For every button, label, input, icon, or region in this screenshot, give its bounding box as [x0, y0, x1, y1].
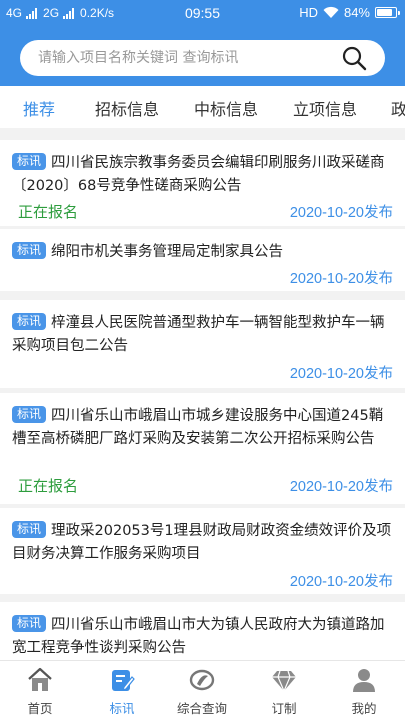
item-status: 正在报名 [18, 477, 79, 495]
hd-indicator: HD [299, 5, 318, 20]
home-icon [28, 667, 52, 691]
badge-label: 标讯 [12, 242, 47, 259]
list-item[interactable]: 标讯 四川省乐山市峨眉山市城乡建设服务中心国道245鞘槽至高桥磷肥厂路灯采购及安装… [0, 393, 405, 504]
document-edit-icon [112, 670, 135, 691]
wifi-icon [323, 6, 339, 19]
item-title: 四川省民族宗教事务委员会编辑印刷服务川政采磋商〔2020〕68号竞争性磋商采购公… [12, 155, 385, 194]
item-title: 四川省乐山市峨眉山市大为镇人民政府大为镇道路加宽工程竞争性谈判采购公告 [12, 617, 385, 656]
nav-bid-news[interactable]: 标讯 [87, 667, 157, 717]
battery-fill [377, 9, 393, 16]
header: 4G 2G 0.2K/s 09:55 HD 84% [0, 0, 405, 86]
nav-label: 标讯 [109, 701, 135, 716]
diamond-icon [272, 670, 296, 693]
nav-home[interactable]: 首页 [5, 667, 75, 717]
badge-label: 标讯 [12, 313, 47, 330]
announcement-list: 标讯 四川省民族宗教事务委员会编辑印刷服务川政采磋商〔2020〕68号竞争性磋商采… [0, 132, 405, 660]
list-item[interactable]: 标讯 四川省乐山市峨眉山市大为镇人民政府大为镇道路加宽工程竞争性谈判采购公告 [0, 602, 405, 660]
item-date: 2020-10-20发布 [289, 205, 393, 221]
nav-query[interactable]: 综合查询 [167, 667, 237, 717]
list-item[interactable]: 标讯 四川省民族宗教事务委员会编辑印刷服务川政采磋商〔2020〕68号竞争性磋商采… [0, 140, 405, 226]
search-input[interactable] [38, 40, 328, 76]
list-item[interactable]: 标讯 理政采202053号1理县财政局财政资金绩效评价及项目财务决算工作服务采购项… [0, 508, 405, 594]
nav-subscribe[interactable]: 订制 [249, 667, 319, 717]
nav-label: 订制 [271, 701, 297, 716]
tab-recommend[interactable]: 推荐 [23, 96, 55, 120]
list-item[interactable]: 标讯 绵阳市机关事务管理局定制家具公告 2020-10-20发布 [0, 229, 405, 291]
battery-icon [375, 7, 400, 18]
item-date: 2020-10-20发布 [289, 366, 393, 382]
item-title: 梓潼县人民医院普通型救护车一辆智能型救护车一辆采购项目包二公告 [12, 315, 385, 354]
list-item[interactable]: 标讯 梓潼县人民医院普通型救护车一辆智能型救护车一辆采购项目包二公告 2020-1… [0, 300, 405, 388]
nav-label: 首页 [27, 701, 53, 716]
tab-award-info[interactable]: 中标信息 [194, 96, 258, 120]
badge-label: 标讯 [12, 521, 47, 538]
bottom-nav: 首页 标讯 综合查询 订制 我的 [0, 660, 405, 720]
item-status: 正在报名 [18, 203, 79, 221]
query-logo-icon [189, 669, 215, 691]
search-box[interactable] [20, 40, 385, 76]
tab-government[interactable]: 政 [391, 96, 405, 120]
item-title: 绵阳市机关事务管理局定制家具公告 [51, 244, 284, 260]
battery-percent: 84% [343, 5, 370, 20]
search-icon[interactable] [341, 45, 367, 71]
status-bar: 4G 2G 0.2K/s 09:55 HD 84% [0, 0, 405, 28]
nav-mine[interactable]: 我的 [329, 667, 399, 717]
item-title: 四川省乐山市峨眉山市城乡建设服务中心国道245鞘槽至高桥磷肥厂路灯采购及安装第二… [12, 408, 384, 447]
tab-project-info[interactable]: 立项信息 [293, 96, 357, 120]
item-date: 2020-10-20发布 [289, 271, 393, 287]
badge-label: 标讯 [12, 153, 47, 170]
nav-label: 综合查询 [176, 701, 227, 716]
category-tabs: 推荐 招标信息 中标信息 立项信息 政 [0, 86, 405, 128]
item-date: 2020-10-20发布 [289, 479, 393, 495]
item-date: 2020-10-20发布 [289, 574, 393, 590]
user-icon [353, 669, 375, 692]
nav-label: 我的 [351, 701, 377, 716]
badge-label: 标讯 [12, 406, 47, 423]
badge-label: 标讯 [12, 615, 47, 632]
tab-tender-info[interactable]: 招标信息 [95, 96, 159, 120]
item-title: 理政采202053号1理县财政局财政资金绩效评价及项目财务决算工作服务采购项目 [12, 523, 392, 562]
